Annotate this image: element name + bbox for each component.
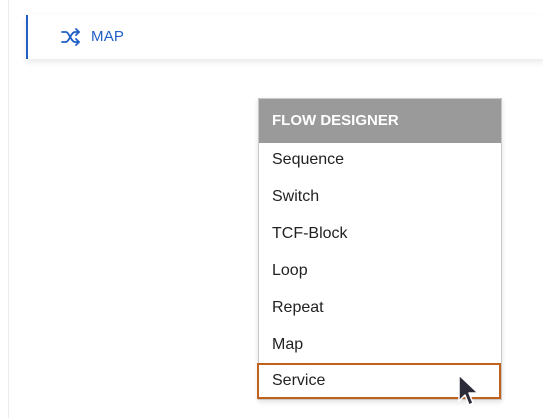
menu-item-loop[interactable]: Loop xyxy=(259,254,501,288)
menu-header: FLOW DESIGNER xyxy=(259,99,501,143)
menu-item-label: Service xyxy=(272,372,326,389)
menu-item-label: TCF-Block xyxy=(272,225,348,242)
menu-item-sequence[interactable]: Sequence xyxy=(259,143,501,177)
menu-item-label: Switch xyxy=(272,188,320,205)
flow-step-label: MAP xyxy=(91,28,125,45)
menu-item-label: Map xyxy=(272,336,304,353)
menu-item-tcf-block[interactable]: TCF-Block xyxy=(259,217,501,251)
menu-item-label: Repeat xyxy=(272,299,324,316)
menu-item-label: Loop xyxy=(272,262,308,279)
shuffle-icon xyxy=(61,27,81,47)
menu-header-title: FLOW DESIGNER xyxy=(272,112,399,129)
menu-item-repeat[interactable]: Repeat xyxy=(259,291,501,325)
mouse-pointer-icon xyxy=(457,374,481,408)
menu-item-switch[interactable]: Switch xyxy=(259,180,501,214)
menu-item-label: Sequence xyxy=(272,151,345,168)
flow-designer-menu: FLOW DESIGNER Sequence Switch TCF-Block … xyxy=(257,98,502,400)
menu-item-map[interactable]: Map xyxy=(259,328,501,362)
panel-divider xyxy=(8,0,9,418)
flow-step-map[interactable]: MAP xyxy=(26,15,543,59)
